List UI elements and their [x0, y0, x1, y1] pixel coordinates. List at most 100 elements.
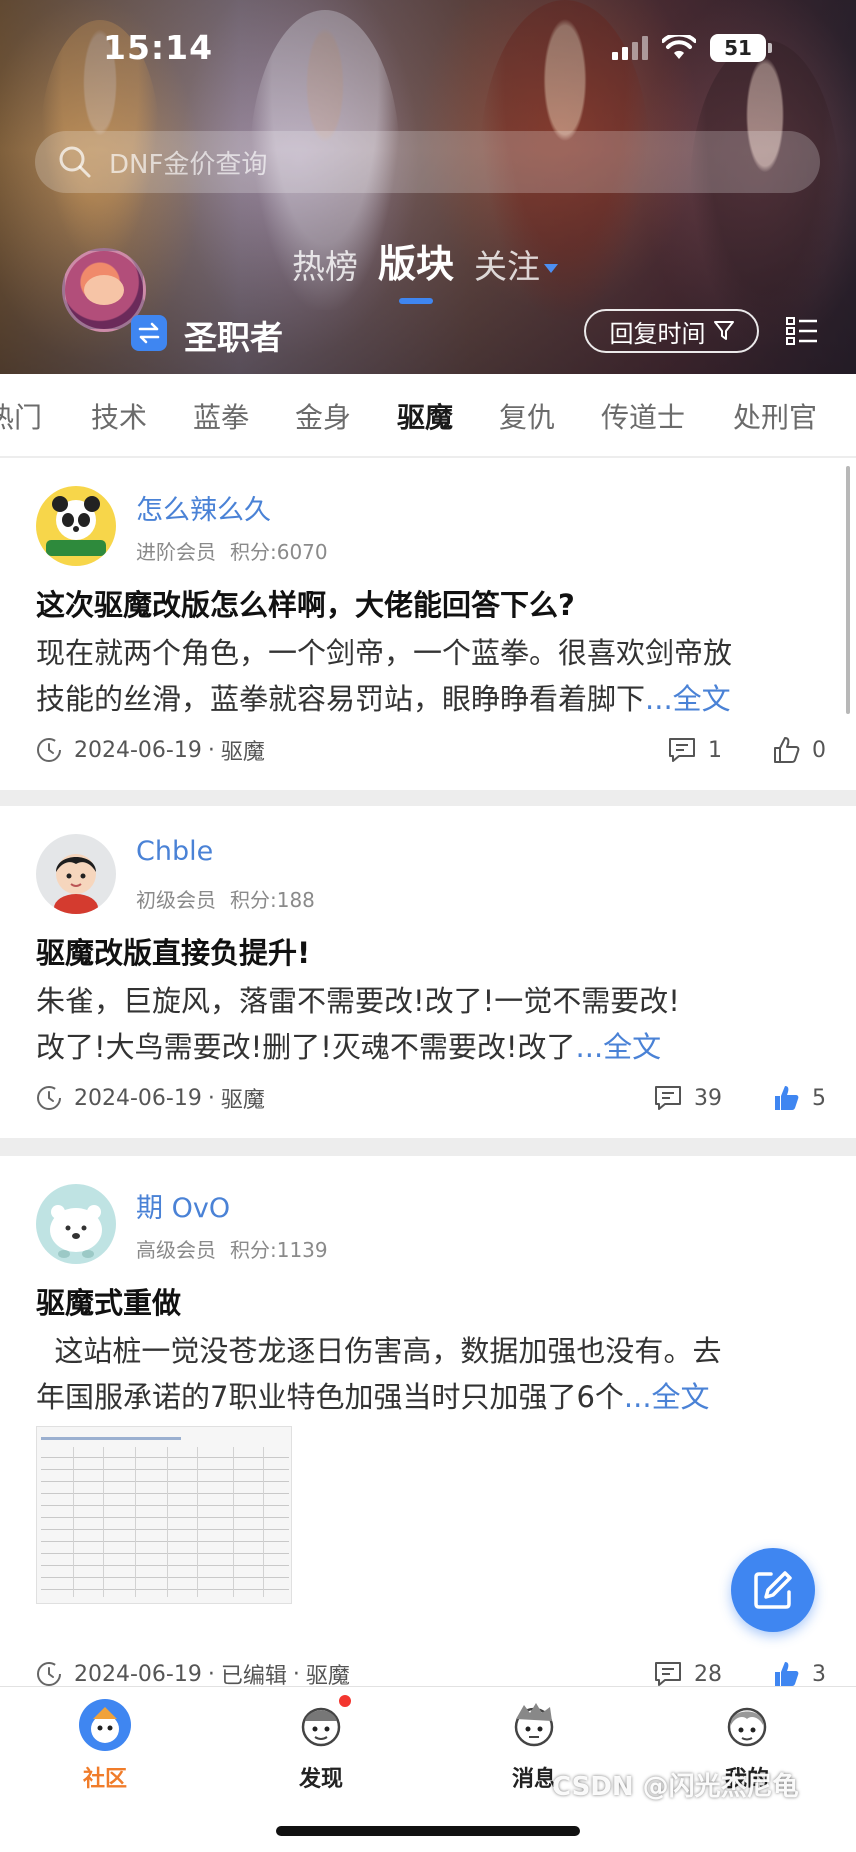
- category-tab-inquisitor[interactable]: 处刑官: [733, 396, 817, 436]
- author-meta: 初级会员 积分:188: [136, 884, 315, 913]
- search-bar[interactable]: DNF金价查询: [35, 131, 820, 193]
- post-image-spreadsheet[interactable]: [36, 1426, 292, 1604]
- comment-count: 1: [708, 737, 722, 763]
- post-excerpt[interactable]: 现在就两个角色，一个剑帝，一个蓝拳。很喜欢剑帝放 技能的丝滑，蓝拳就容易罚站，眼…: [36, 630, 826, 722]
- tab-hot-list[interactable]: 热榜: [292, 240, 358, 288]
- excerpt-text: 改了!大鸟需要改!删了!灭魂不需要改!改了: [36, 1030, 576, 1064]
- member-level: 初级会员: [136, 888, 216, 912]
- app-screen: 15:14 51 DNF金价查询 热榜 版块 关注 圣职者 回复时间 热门 技术…: [0, 0, 856, 1852]
- post-title[interactable]: 驱魔式重做: [36, 1280, 181, 1322]
- comment-count: 28: [694, 1661, 722, 1687]
- post-stats: 39 5: [654, 1084, 826, 1112]
- comment-button[interactable]: 28: [654, 1661, 722, 1686]
- sort-button[interactable]: 回复时间: [584, 309, 759, 353]
- excerpt-line: 现在就两个角色，一个剑帝，一个蓝拳。很喜欢剑帝放: [36, 636, 733, 670]
- category-tab-blue-fist[interactable]: 蓝拳: [193, 396, 249, 436]
- wifi-icon: [662, 35, 696, 59]
- feed-scrollbar[interactable]: [846, 466, 850, 714]
- category-tab-missionary[interactable]: 传道士: [601, 396, 685, 436]
- caret-down-icon: [544, 264, 559, 273]
- like-count: 0: [812, 737, 826, 763]
- post-excerpt[interactable]: 朱雀，巨旋风，落雷不需要改!改了!一觉不需要改! 改了!大鸟需要改!删了!灭魂不…: [36, 978, 826, 1070]
- header-banner: 15:14 51 DNF金价查询 热榜 版块 关注 圣职者 回复时间: [0, 0, 856, 374]
- thumbs-up-icon: [774, 737, 800, 763]
- channel-name[interactable]: 圣职者: [184, 311, 283, 359]
- comment-button[interactable]: 39: [654, 1085, 722, 1111]
- post-board: 驱魔: [305, 1664, 350, 1686]
- comment-icon: [655, 1662, 681, 1686]
- category-tab-hot[interactable]: 热门: [0, 396, 42, 436]
- category-tab-golden-body[interactable]: 金身: [295, 396, 351, 436]
- read-more-link[interactable]: ...全文: [576, 1030, 662, 1064]
- author-name[interactable]: Chble: [136, 836, 213, 867]
- post-date: 2024-06-19: [74, 737, 202, 763]
- like-button[interactable]: 5: [772, 1084, 826, 1112]
- post-board: 驱魔: [220, 1088, 265, 1113]
- post-title[interactable]: 这次驱魔改版怎么样啊，大佬能回答下么?: [36, 582, 575, 624]
- comment-icon: [655, 1086, 681, 1110]
- nav-label: 消息: [511, 1767, 556, 1792]
- member-level: 进阶会员: [136, 540, 216, 564]
- discover-icon: [295, 1693, 353, 1751]
- excerpt-line: 技能的丝滑，蓝拳就容易罚站，眼睁睁看着脚下...全文: [36, 676, 826, 722]
- post-card[interactable]: 期 OvO 高级会员 积分:1139 驱魔式重做 这站桩一觉没苍龙逐日伤害高，数据…: [0, 1156, 856, 1686]
- list-view-icon[interactable]: [784, 313, 820, 349]
- nav-label: 社区: [82, 1767, 127, 1792]
- battery-icon: 51: [710, 34, 772, 62]
- excerpt-line: 朱雀，巨旋风，落雷不需要改!改了!一觉不需要改!: [36, 984, 680, 1018]
- like-count: 5: [812, 1085, 826, 1111]
- author-name[interactable]: 怎么辣么久: [136, 488, 271, 527]
- profile-icon: [721, 1699, 773, 1751]
- avatar-face: [84, 275, 124, 305]
- nav-discover[interactable]: 发现: [261, 1693, 381, 1809]
- watermark: CSDN @闪光杰尼龟: [552, 1772, 799, 1802]
- status-time: 15:14: [103, 28, 214, 67]
- clock-icon: [37, 1086, 61, 1110]
- nav-label: 发现: [298, 1767, 343, 1792]
- post-edited-flag: 已编辑: [220, 1664, 287, 1686]
- thumbs-up-filled-icon: [775, 1086, 799, 1110]
- search-icon: [55, 142, 95, 182]
- post-stats: 1 0: [668, 736, 826, 764]
- separator-dot: ·: [207, 1085, 215, 1111]
- post-card[interactable]: Chble 初级会员 积分:188 驱魔改版直接负提升! 朱雀，巨旋风，落雷不需要…: [0, 806, 856, 1138]
- post-footer: 2024-06-19 · 驱魔 1 0: [36, 732, 826, 768]
- author-meta: 高级会员 积分:1139: [136, 1234, 328, 1263]
- switch-channel-icon[interactable]: [131, 315, 167, 351]
- tab-following[interactable]: 关注: [474, 240, 559, 288]
- author-avatar[interactable]: [36, 834, 116, 914]
- read-more-link[interactable]: ...全文: [624, 1380, 710, 1414]
- tab-boards[interactable]: 版块: [378, 233, 454, 304]
- member-points: 积分:1139: [230, 1238, 328, 1262]
- post-board: 驱魔: [220, 740, 265, 765]
- separator-dot: ·: [207, 737, 215, 763]
- filter-icon: [713, 321, 734, 340]
- like-button[interactable]: 3: [772, 1660, 826, 1686]
- compose-post-button[interactable]: [731, 1548, 815, 1632]
- like-button[interactable]: 0: [772, 736, 826, 764]
- category-tab-tech[interactable]: 技术: [91, 396, 147, 436]
- post-footer: 2024-06-19 · 已编辑 · 驱魔 28 3: [36, 1656, 826, 1686]
- excerpt-text: 技能的丝滑，蓝拳就容易罚站，眼睁睁看着脚下: [36, 682, 646, 716]
- comment-button[interactable]: 1: [668, 737, 722, 763]
- author-avatar[interactable]: [36, 486, 116, 566]
- top-tabs: 热榜 版块 关注: [292, 233, 559, 304]
- clock-icon: [37, 738, 61, 762]
- category-tabs: 热门 技术 蓝拳 金身 驱魔 复仇 传道士 处刑官: [0, 374, 856, 456]
- excerpt-text: 年国服承诺的7职业特色加强当时只加强了6个: [36, 1380, 624, 1414]
- clock-icon: [37, 1662, 61, 1686]
- post-footer: 2024-06-19 · 驱魔 39 5: [36, 1080, 826, 1116]
- read-more-link[interactable]: ...全文: [645, 682, 731, 716]
- author-name[interactable]: 期 OvO: [136, 1186, 230, 1225]
- member-points: 积分:188: [230, 888, 315, 912]
- category-tab-avenger[interactable]: 复仇: [499, 396, 555, 436]
- nav-community[interactable]: 社区: [45, 1699, 165, 1809]
- home-indicator[interactable]: [276, 1826, 580, 1836]
- post-title[interactable]: 驱魔改版直接负提升!: [36, 930, 310, 972]
- post-date: 2024-06-19: [74, 1661, 202, 1687]
- author-avatar[interactable]: [36, 1184, 116, 1264]
- post-card[interactable]: 怎么辣么久 进阶会员 积分:6070 这次驱魔改版怎么样啊，大佬能回答下么? 现在…: [0, 458, 856, 790]
- comment-count: 39: [694, 1085, 722, 1111]
- category-tab-exorcist[interactable]: 驱魔: [397, 396, 453, 436]
- post-excerpt[interactable]: 这站桩一觉没苍龙逐日伤害高，数据加强也没有。去 年国服承诺的7职业特色加强当时只…: [36, 1328, 826, 1420]
